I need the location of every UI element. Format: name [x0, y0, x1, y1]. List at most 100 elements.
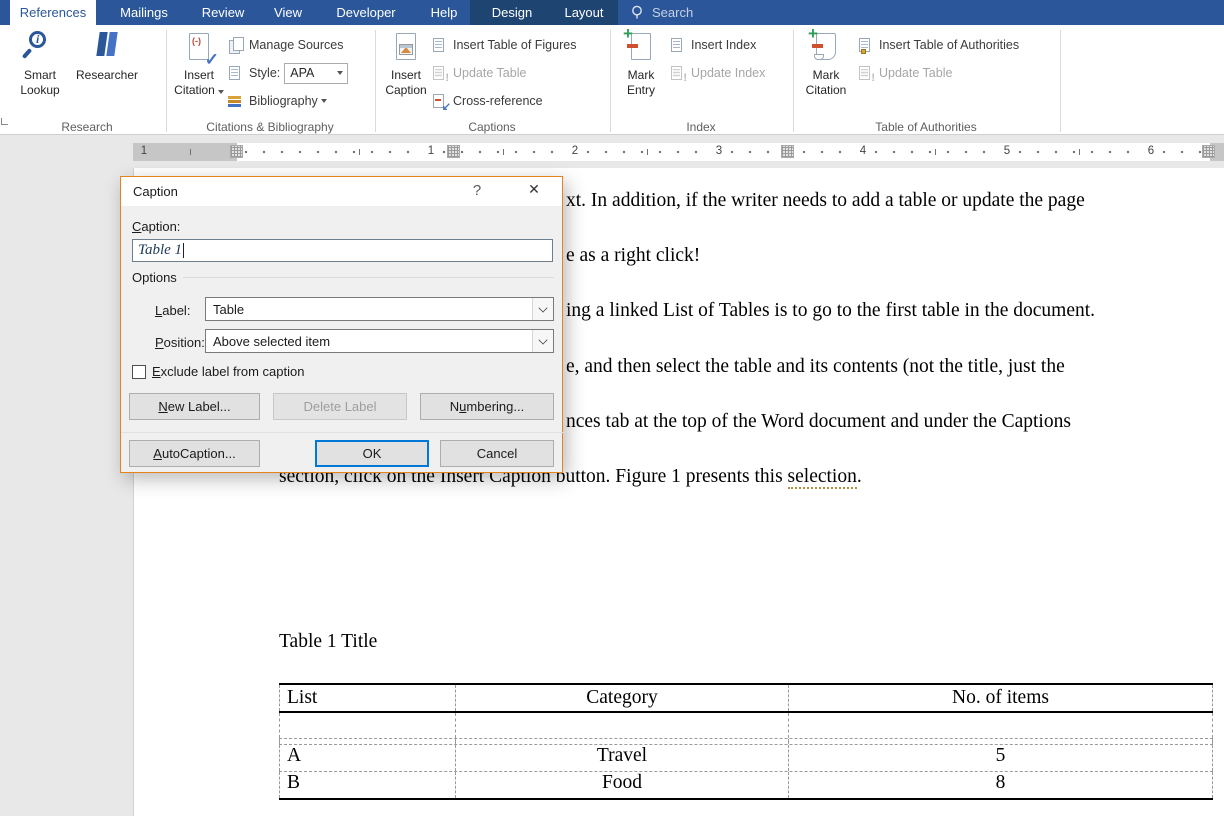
table-header-cell[interactable]: No. of items	[789, 685, 1213, 711]
table-column-marker[interactable]	[1202, 145, 1215, 158]
mark-entry-label: Mark	[616, 68, 666, 83]
caption-input[interactable]: Table 1	[132, 239, 553, 262]
bibliography-button[interactable]: Bibliography	[228, 89, 327, 113]
mark-entry-label2: Entry	[616, 83, 666, 98]
group-label-research: Research	[61, 120, 112, 134]
cancel-button[interactable]: Cancel	[440, 440, 554, 467]
position-field-label: Position:	[155, 335, 205, 350]
dropdown-button[interactable]	[532, 330, 553, 352]
body-text-line[interactable]: e as a right click!	[566, 245, 700, 267]
researcher-button[interactable]: Researcher	[70, 30, 144, 83]
table-row[interactable]	[279, 713, 1213, 739]
numbering-button[interactable]: Numbering...	[420, 393, 554, 420]
tab-developer[interactable]: Developer	[336, 0, 395, 25]
table-caption-title[interactable]: Table 1 Title	[279, 631, 377, 653]
table-cell[interactable]: A	[279, 745, 456, 771]
table-header-cell[interactable]: List	[279, 685, 456, 711]
dialog-title-bar[interactable]: Caption ? ✕	[121, 177, 562, 206]
update-index-label: Update Index	[691, 66, 765, 80]
body-text-line[interactable]: nces tab at the top of the Word document…	[566, 411, 1071, 433]
ok-button[interactable]: OK	[315, 440, 429, 467]
cross-reference-button[interactable]: Cross-reference	[432, 89, 543, 113]
ruler-number-5: 5	[1001, 145, 1013, 157]
body-text-line[interactable]: e, and then select the table and its con…	[566, 356, 1065, 378]
button-text: ew Label...	[168, 399, 231, 414]
dropdown-button[interactable]	[532, 298, 553, 320]
mnemonic: E	[152, 364, 161, 379]
insert-table-of-figures-button[interactable]: Insert Table of Figures	[432, 33, 576, 57]
tab-mailings[interactable]: Mailings	[120, 0, 168, 25]
table-cell[interactable]: Travel	[456, 745, 789, 771]
close-icon[interactable]: ✕	[521, 181, 547, 202]
tab-layout[interactable]: Layout	[564, 0, 603, 25]
position-dropdown-value: Above selected item	[213, 334, 330, 349]
table-cell[interactable]: B	[279, 772, 456, 798]
mnemonic: C	[132, 219, 141, 234]
exclude-label-checkbox[interactable]	[132, 365, 146, 379]
table-cell[interactable]	[279, 739, 456, 744]
insert-caption-icon	[389, 30, 423, 66]
document-table[interactable]: List Category No. of items A Travel 5 B	[279, 683, 1213, 800]
tab-review[interactable]: Review	[202, 0, 245, 25]
update-table-label: Update Table	[453, 66, 526, 80]
tab-view[interactable]: View	[274, 0, 302, 25]
smart-lookup-icon	[23, 30, 57, 66]
label-dropdown[interactable]: Table	[205, 297, 554, 321]
table-column-marker[interactable]	[447, 145, 460, 158]
ruler-number-3: 3	[713, 145, 725, 157]
position-dropdown[interactable]: Above selected item	[205, 329, 554, 353]
search-box[interactable]: Search	[630, 0, 693, 25]
table-header-row[interactable]: List Category No. of items	[279, 683, 1213, 713]
body-text-line[interactable]: ing a linked List of Tables is to go to …	[566, 300, 1095, 322]
help-button[interactable]: ?	[466, 182, 488, 202]
insert-citation-button[interactable]: Insert Citation	[172, 30, 226, 98]
update-table-label: Update Table	[879, 66, 952, 80]
button-text: N	[450, 399, 459, 414]
smart-lookup-button[interactable]: Smart Lookup	[14, 30, 66, 98]
insert-citation-label2: Citation	[172, 83, 226, 98]
dialog-divider	[121, 432, 564, 433]
mark-entry-button[interactable]: Mark Entry	[616, 30, 666, 98]
table-row[interactable]: B Food 8	[279, 772, 1213, 800]
exclude-label-checkbox-label[interactable]: Exclude label from caption	[152, 364, 304, 379]
autocaption-button[interactable]: AutoCaption...	[129, 440, 260, 467]
insert-table-of-figures-label: Insert Table of Figures	[453, 38, 576, 52]
update-index-icon	[670, 65, 687, 82]
update-table-icon	[432, 65, 449, 82]
style-row: Style: APA	[228, 61, 348, 85]
table-cell[interactable]	[456, 739, 789, 744]
new-label-button[interactable]: New Label...	[129, 393, 260, 420]
tab-references[interactable]: References	[10, 0, 96, 25]
insert-caption-button[interactable]: Insert Caption	[380, 30, 432, 98]
table-cell[interactable]: 8	[789, 772, 1213, 798]
table-row[interactable]: A Travel 5	[279, 745, 1213, 772]
table-cell[interactable]: Food	[456, 772, 789, 798]
tab-help[interactable]: Help	[431, 0, 458, 25]
body-text-line[interactable]: xt. In addition, if the writer needs to …	[566, 190, 1085, 212]
table-cell[interactable]	[279, 713, 456, 738]
table-column-marker[interactable]	[781, 145, 794, 158]
table-of-figures-icon	[432, 37, 449, 54]
table-column-marker[interactable]	[230, 145, 243, 158]
table-header-cell[interactable]: Category	[456, 685, 789, 711]
delete-label-button: Delete Label	[273, 393, 407, 420]
insert-index-button[interactable]: Insert Index	[670, 33, 756, 57]
style-combobox[interactable]: APA	[284, 63, 348, 84]
dialog-launcher-icon[interactable]	[1, 118, 8, 125]
insert-table-of-authorities-button[interactable]: Insert Table of Authorities	[858, 33, 1019, 57]
tab-design[interactable]: Design	[492, 0, 532, 25]
mark-citation-label: Mark	[798, 68, 854, 83]
table-cell[interactable]: 5	[789, 745, 1213, 771]
cross-reference-icon	[432, 93, 449, 110]
chevron-down-icon	[538, 303, 547, 312]
style-icon	[228, 65, 245, 82]
table-cell[interactable]	[456, 713, 789, 738]
table-cell[interactable]	[789, 739, 1213, 744]
manage-sources-button[interactable]: Manage Sources	[228, 33, 344, 57]
table-cell[interactable]	[789, 713, 1213, 738]
dropdown-arrow-icon	[337, 71, 343, 75]
insert-citation-label: Insert	[172, 68, 226, 83]
label-dropdown-value: Table	[213, 302, 244, 317]
insert-caption-label2: Caption	[380, 83, 432, 98]
mark-citation-button[interactable]: Mark Citation	[798, 30, 854, 98]
